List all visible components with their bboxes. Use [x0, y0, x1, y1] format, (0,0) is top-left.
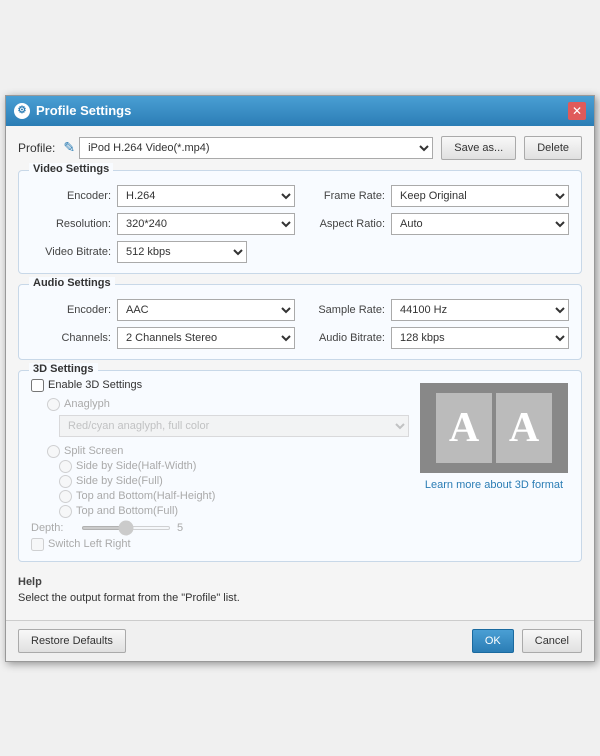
- frame-rate-select[interactable]: Keep Original: [391, 185, 569, 207]
- sample-rate-label: Sample Rate:: [305, 304, 385, 316]
- 3d-settings-right: A A Learn more about 3D format: [419, 379, 569, 551]
- depth-value: 5: [177, 522, 197, 534]
- resolution-select[interactable]: 320*240: [117, 213, 295, 235]
- video-settings-title: Video Settings: [29, 163, 113, 175]
- switch-lr-checkbox[interactable]: [31, 538, 44, 551]
- audio-encoder-row: Encoder: AAC: [31, 299, 295, 321]
- ok-button[interactable]: OK: [472, 629, 514, 653]
- audio-encoder-select[interactable]: AAC: [117, 299, 295, 321]
- 3d-settings-title: 3D Settings: [29, 363, 98, 375]
- depth-row: Depth: 5: [31, 522, 409, 534]
- 3d-settings-content: Enable 3D Settings Anaglyph Red/cyan ana…: [31, 379, 569, 551]
- title-bar-left: ⚙ Profile Settings: [14, 103, 131, 119]
- channels-label: Channels:: [31, 332, 111, 344]
- audio-bitrate-select[interactable]: 128 kbps: [391, 327, 569, 349]
- anaglyph-dropdown-row: Red/cyan anaglyph, full color: [31, 415, 409, 437]
- close-button[interactable]: ✕: [568, 102, 586, 120]
- help-title: Help: [18, 576, 582, 588]
- top-bottom-full-row: Top and Bottom(Full): [31, 505, 409, 518]
- settings-icon: ⚙: [14, 103, 30, 119]
- anaglyph-radio[interactable]: [47, 398, 60, 411]
- aa-letter-left: A: [436, 393, 492, 463]
- restore-defaults-button[interactable]: Restore Defaults: [18, 629, 126, 653]
- video-bitrate-row: Video Bitrate: 512 kbps: [31, 241, 569, 263]
- enable-3d-row: Enable 3D Settings: [31, 379, 409, 392]
- video-settings-grid: Encoder: H.264 Frame Rate: Keep Original…: [31, 185, 569, 235]
- profile-dropdown-wrap: ✎ iPod H.264 Video(*.mp4): [63, 137, 433, 159]
- profile-label: Profile:: [18, 141, 55, 155]
- top-bottom-half-label: Top and Bottom(Half-Height): [76, 490, 215, 502]
- side-by-side-half-radio[interactable]: [59, 460, 72, 473]
- top-bottom-full-radio[interactable]: [59, 505, 72, 518]
- audio-settings-title: Audio Settings: [29, 277, 115, 289]
- footer-right: OK Cancel: [472, 629, 582, 653]
- switch-lr-row: Switch Left Right: [31, 538, 409, 551]
- channels-select[interactable]: 2 Channels Stereo: [117, 327, 295, 349]
- resolution-row: Resolution: 320*240: [31, 213, 295, 235]
- side-by-side-full-label: Side by Side(Full): [76, 475, 163, 487]
- profile-row: Profile: ✎ iPod H.264 Video(*.mp4) Save …: [18, 136, 582, 160]
- channels-row: Channels: 2 Channels Stereo: [31, 327, 295, 349]
- resolution-label: Resolution:: [31, 218, 111, 230]
- profile-settings-dialog: ⚙ Profile Settings ✕ Profile: ✎ iPod H.2…: [5, 95, 595, 662]
- 3d-settings-section: 3D Settings Enable 3D Settings Anaglyph: [18, 370, 582, 562]
- video-bitrate-label: Video Bitrate:: [31, 246, 111, 258]
- profile-select[interactable]: iPod H.264 Video(*.mp4): [79, 137, 433, 159]
- side-by-side-full-radio[interactable]: [59, 475, 72, 488]
- learn-more-link[interactable]: Learn more about 3D format: [425, 479, 563, 491]
- aspect-ratio-row: Aspect Ratio: Auto: [305, 213, 569, 235]
- audio-settings-grid: Encoder: AAC Sample Rate: 44100 Hz Chann…: [31, 299, 569, 349]
- split-screen-radio-item: Split Screen: [31, 445, 409, 458]
- split-screen-radio[interactable]: [47, 445, 60, 458]
- edit-icon[interactable]: ✎: [63, 139, 75, 156]
- delete-button[interactable]: Delete: [524, 136, 582, 160]
- dialog-footer: Restore Defaults OK Cancel: [6, 620, 594, 661]
- split-screen-label: Split Screen: [64, 445, 123, 457]
- frame-rate-label: Frame Rate:: [305, 190, 385, 202]
- cancel-button[interactable]: Cancel: [522, 629, 582, 653]
- enable-3d-checkbox[interactable]: [31, 379, 44, 392]
- audio-encoder-label: Encoder:: [31, 304, 111, 316]
- anaglyph-label: Anaglyph: [64, 398, 110, 410]
- side-by-side-half-label: Side by Side(Half-Width): [76, 460, 196, 472]
- audio-settings-section: Audio Settings Encoder: AAC Sample Rate:…: [18, 284, 582, 360]
- aspect-ratio-select[interactable]: Auto: [391, 213, 569, 235]
- frame-rate-row: Frame Rate: Keep Original: [305, 185, 569, 207]
- enable-3d-label: Enable 3D Settings: [48, 379, 142, 391]
- depth-slider[interactable]: [81, 526, 171, 530]
- audio-bitrate-row: Audio Bitrate: 128 kbps: [305, 327, 569, 349]
- audio-bitrate-label: Audio Bitrate:: [305, 332, 385, 344]
- sample-rate-row: Sample Rate: 44100 Hz: [305, 299, 569, 321]
- switch-lr-label: Switch Left Right: [48, 538, 131, 550]
- top-bottom-half-radio[interactable]: [59, 490, 72, 503]
- 3d-settings-left: Enable 3D Settings Anaglyph Red/cyan ana…: [31, 379, 409, 551]
- anaglyph-radio-item: Anaglyph: [31, 398, 409, 411]
- help-text: Select the output format from the "Profi…: [18, 592, 582, 604]
- sample-rate-select[interactable]: 44100 Hz: [391, 299, 569, 321]
- encoder-select[interactable]: H.264: [117, 185, 295, 207]
- video-settings-section: Video Settings Encoder: H.264 Frame Rate…: [18, 170, 582, 274]
- encoder-label: Encoder:: [31, 190, 111, 202]
- title-bar: ⚙ Profile Settings ✕: [6, 96, 594, 126]
- aa-letter-right: A: [496, 393, 552, 463]
- encoder-row: Encoder: H.264: [31, 185, 295, 207]
- video-bitrate-select[interactable]: 512 kbps: [117, 241, 247, 263]
- help-section: Help Select the output format from the "…: [18, 572, 582, 610]
- depth-label: Depth:: [31, 522, 75, 534]
- dialog-content: Profile: ✎ iPod H.264 Video(*.mp4) Save …: [6, 126, 594, 620]
- side-by-side-full-row: Side by Side(Full): [31, 475, 409, 488]
- anaglyph-select[interactable]: Red/cyan anaglyph, full color: [59, 415, 409, 437]
- aspect-ratio-label: Aspect Ratio:: [305, 218, 385, 230]
- aa-preview: A A: [420, 383, 568, 473]
- dialog-title: Profile Settings: [36, 103, 131, 118]
- side-by-side-half-row: Side by Side(Half-Width): [31, 460, 409, 473]
- save-as-button[interactable]: Save as...: [441, 136, 516, 160]
- top-bottom-half-row: Top and Bottom(Half-Height): [31, 490, 409, 503]
- top-bottom-full-label: Top and Bottom(Full): [76, 505, 178, 517]
- 3d-radio-group: Anaglyph Red/cyan anaglyph, full color S…: [31, 398, 409, 518]
